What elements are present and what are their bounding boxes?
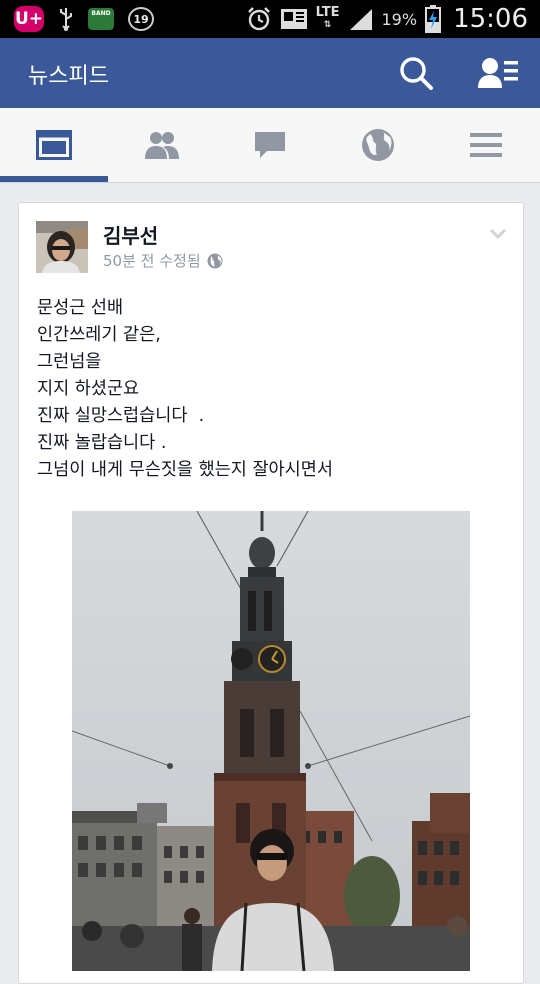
data-arrows-icon: ⇅ bbox=[323, 20, 332, 30]
avatar[interactable] bbox=[36, 221, 88, 273]
search-icon bbox=[400, 57, 433, 90]
author-name[interactable]: 김부선 bbox=[103, 220, 158, 249]
post-meta: 50분 전 수정됨 bbox=[103, 250, 223, 271]
tab-messages[interactable] bbox=[216, 108, 324, 182]
app-header: 뉴스피드 bbox=[0, 38, 540, 108]
privacy-globe-icon bbox=[207, 253, 223, 268]
search-button[interactable] bbox=[396, 54, 436, 94]
signal-icon bbox=[349, 9, 372, 30]
carrier-logo: U+ bbox=[14, 6, 44, 32]
avatar-photo bbox=[36, 221, 88, 273]
friend-requests-button[interactable] bbox=[476, 54, 518, 94]
tab-more[interactable] bbox=[432, 108, 540, 182]
alarm-icon bbox=[247, 7, 270, 31]
status-left: U+ BAND 19 bbox=[14, 6, 154, 32]
network-type: LTE ⇅ bbox=[315, 5, 340, 31]
post-text-line: 그넘이 내게 무슨짓을 했는지 잘아시면서 bbox=[37, 460, 333, 480]
news-feed-icon bbox=[36, 130, 72, 160]
tab-news-feed[interactable] bbox=[0, 108, 108, 182]
post-text-line: 진짜 실망스럽습니다 . bbox=[37, 406, 205, 426]
status-bar: U+ BAND 19 LTE ⇅ 19% 15:06 bbox=[0, 0, 540, 38]
tab-notifications[interactable] bbox=[324, 108, 432, 182]
post-text-line: 인간쓰레기 같은, bbox=[37, 325, 161, 345]
friend-requests-icon bbox=[478, 58, 518, 88]
band-app-icon: BAND bbox=[88, 8, 114, 30]
network-label: LTE bbox=[315, 5, 340, 20]
menu-icon bbox=[470, 133, 502, 157]
tower-photo-image bbox=[72, 511, 470, 971]
tab-friends[interactable] bbox=[108, 108, 216, 182]
post-options-button[interactable] bbox=[489, 225, 507, 244]
post-text-line: 진짜 놀랍습니다 . bbox=[37, 433, 167, 453]
messages-icon bbox=[255, 132, 285, 158]
post-text-line: 지지 하셨군요 bbox=[37, 379, 140, 399]
post-timestamp: 50분 전 수정됨 bbox=[103, 252, 201, 270]
post-text: 문성근 선배 인간쓰레기 같은, 그런넘을 지지 하셨군요 진짜 실망스럽습니다… bbox=[37, 295, 507, 484]
clock: 15:06 bbox=[453, 4, 528, 34]
globe-icon bbox=[362, 129, 394, 161]
usb-icon bbox=[60, 8, 72, 31]
page-title: 뉴스피드 bbox=[28, 64, 109, 89]
post-text-line: 문성근 선배 bbox=[37, 298, 124, 318]
sim-icon bbox=[280, 9, 307, 29]
friends-icon bbox=[145, 132, 179, 159]
post-photo[interactable] bbox=[72, 511, 470, 971]
tab-bar bbox=[0, 108, 540, 183]
battery-charging-icon bbox=[425, 5, 442, 33]
battery-percent: 19% bbox=[381, 9, 418, 29]
active-tab-indicator bbox=[0, 176, 108, 182]
chevron-down-icon bbox=[489, 228, 507, 240]
post-card: 김부선 50분 전 수정됨 문성근 선배 인간쓰레기 같은, 그런넘을 지지 하… bbox=[18, 202, 524, 984]
notification-count-badge: 19 bbox=[128, 7, 154, 31]
status-right: LTE ⇅ 19% 15:06 bbox=[246, 4, 528, 34]
post-text-line: 그런넘을 bbox=[37, 352, 102, 372]
